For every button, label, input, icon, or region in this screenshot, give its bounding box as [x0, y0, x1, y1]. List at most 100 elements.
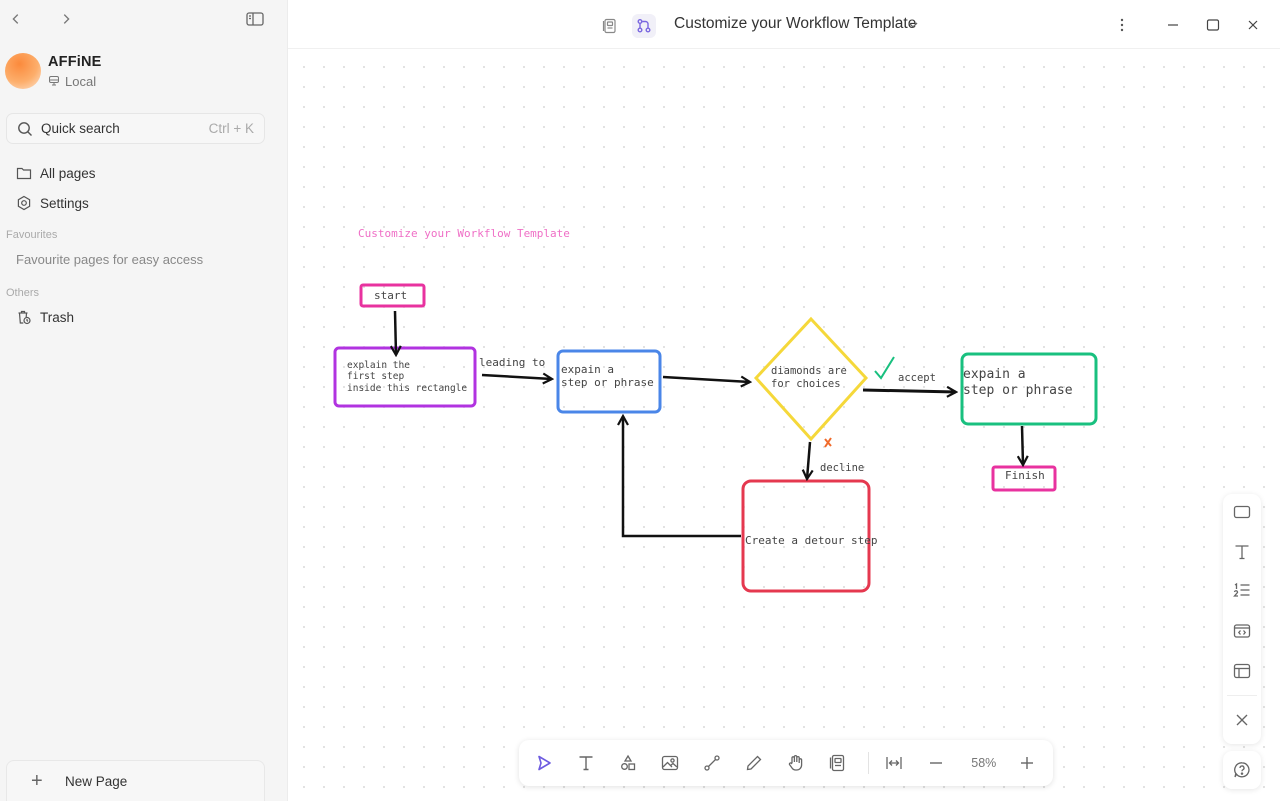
workspace-avatar [5, 53, 41, 89]
main-area: Customize your Workflow Template Customi… [287, 0, 1280, 801]
code-embed-icon [1233, 624, 1251, 638]
finish-node-label[interactable]: Finish [1005, 469, 1045, 482]
page-mode-button[interactable] [598, 14, 622, 38]
zoom-level[interactable]: 58% [963, 756, 1006, 770]
minimize-icon [1168, 24, 1178, 26]
arrow-detour-to-blue [623, 416, 741, 538]
workflow-diagram [333, 283, 1098, 593]
diamond-node-label[interactable]: diamonds are for choices [771, 365, 847, 390]
arrow-green-to-finish [1022, 425, 1023, 465]
shapes-icon [621, 754, 636, 771]
rectangle-icon [1233, 505, 1251, 519]
pointer-icon [538, 755, 552, 771]
quick-search-input[interactable]: Quick search Ctrl + K [6, 113, 265, 144]
minimize-button[interactable] [1162, 14, 1184, 36]
chevron-down-icon[interactable] [906, 18, 920, 32]
sidebar-toggle-icon [246, 12, 264, 26]
fit-to-screen-button[interactable] [879, 747, 910, 779]
chevron-right-icon [63, 14, 70, 24]
more-vertical-icon [1120, 18, 1124, 32]
plus-icon [1020, 757, 1033, 769]
minus-icon [930, 762, 943, 764]
numbered-list-icon [1233, 582, 1250, 597]
sidebar-item-settings[interactable]: Settings [16, 191, 89, 215]
sidebar-item-all-pages[interactable]: All pages [16, 161, 96, 185]
edgeless-icon [637, 19, 651, 33]
connector-icon [704, 755, 720, 771]
sidebar: AFFiNE Local Quick search Ctrl + K All p… [0, 0, 287, 801]
accept-check-icon [874, 356, 895, 380]
image-tool-button[interactable] [655, 747, 686, 779]
close-window-button[interactable] [1242, 14, 1264, 36]
rectangle-block-button[interactable] [1230, 500, 1254, 524]
note-tool-button[interactable] [823, 747, 854, 779]
header: Customize your Workflow Template [288, 0, 1280, 49]
note-icon [829, 754, 845, 772]
fit-width-icon [886, 757, 902, 769]
close-icon [1248, 20, 1258, 30]
pen-icon [746, 755, 762, 771]
favourites-empty-text: Favourite pages for easy access [16, 252, 204, 267]
document-title[interactable]: Customize your Workflow Template [674, 15, 916, 33]
page-icon [602, 18, 616, 34]
edge-label-accept[interactable]: accept [898, 372, 936, 385]
forward-button[interactable] [55, 8, 77, 30]
help-icon [1234, 762, 1250, 778]
arrow-start-to-first [395, 310, 396, 355]
quick-search-shortcut: Ctrl + K [208, 121, 254, 136]
sidebar-item-trash[interactable]: Trash [16, 305, 74, 329]
detour-node-label[interactable]: Create a detour step [745, 534, 877, 547]
chevron-left-icon [12, 14, 19, 24]
toolbar-divider [867, 752, 869, 774]
layout-icon [1233, 663, 1251, 679]
favourites-heading: Favourites [6, 229, 58, 241]
back-button[interactable] [5, 8, 27, 30]
start-node-label[interactable]: start [374, 289, 407, 302]
close-panel-button[interactable] [1230, 708, 1254, 732]
others-heading: Others [6, 287, 40, 299]
select-tool-button[interactable] [529, 747, 560, 779]
green-step-node-label[interactable]: expain a step or phrase [963, 367, 1073, 398]
text-icon [579, 756, 593, 771]
connector-tool-button[interactable] [697, 747, 728, 779]
help-button[interactable] [1223, 751, 1261, 789]
search-icon [18, 121, 32, 136]
hand-icon [789, 755, 803, 771]
sidebar-item-label: All pages [40, 165, 96, 181]
arrow-blue-to-diamond [662, 377, 750, 382]
trash-icon [18, 310, 31, 325]
workspace-switcher[interactable]: AFFiNE Local [5, 53, 102, 89]
folder-icon [16, 167, 32, 180]
edge-label-decline[interactable]: decline [820, 462, 864, 475]
close-icon [1236, 714, 1248, 726]
decline-cross-icon [824, 437, 832, 448]
text-tool-button[interactable] [571, 747, 602, 779]
zoom-in-button[interactable] [1011, 747, 1042, 779]
maximize-icon [1206, 19, 1220, 31]
sidebar-item-label: Settings [40, 195, 89, 211]
more-options-button[interactable] [1111, 14, 1133, 36]
maximize-button[interactable] [1202, 14, 1224, 36]
layout-block-button[interactable] [1230, 659, 1254, 683]
shape-tool-button[interactable] [613, 747, 644, 779]
code-embed-block-button[interactable] [1230, 619, 1254, 643]
arrow-diamond-to-green [862, 390, 956, 392]
edgeless-mode-button[interactable] [632, 14, 656, 38]
collapse-sidebar-button[interactable] [244, 8, 266, 30]
local-storage-icon [49, 76, 59, 86]
new-page-button[interactable]: + New Page [6, 760, 265, 801]
text-block-button[interactable] [1230, 540, 1254, 564]
text-icon [1235, 545, 1249, 560]
pen-tool-button[interactable] [739, 747, 770, 779]
edgeless-canvas[interactable]: Customize your Workflow Template start e… [288, 49, 1280, 801]
hand-tool-button[interactable] [781, 747, 812, 779]
workspace-storage: Local [65, 73, 97, 89]
blue-step-node-label[interactable]: expain a step or phrase [561, 363, 654, 389]
numbered-list-block-button[interactable] [1230, 579, 1254, 603]
first-step-node-label[interactable]: explain the first step inside this recta… [347, 360, 467, 394]
edgeless-toolbar: 58% [519, 740, 1053, 786]
zoom-out-button[interactable] [921, 747, 952, 779]
quick-search-label: Quick search [41, 121, 120, 136]
workspace-name: AFFiNE [48, 53, 102, 70]
edge-label-leading-to[interactable]: leading to [479, 356, 545, 369]
